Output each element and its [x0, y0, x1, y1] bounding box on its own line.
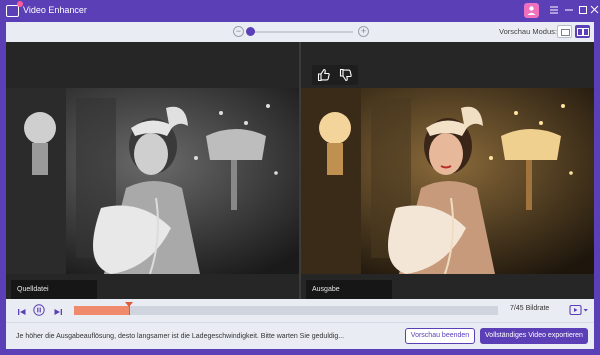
preview-toolbar: − + Vorschau Modus:: [6, 22, 594, 42]
source-label: Quelldatei: [17, 286, 49, 293]
preview-mode-label: Vorschau Modus:: [499, 27, 557, 36]
export-full-video-button[interactable]: Vollständiges Video exportieren: [480, 328, 588, 344]
loading-hint: Je höher die Ausgabeauflösung, desto lan…: [16, 333, 345, 340]
timeline-progress: [74, 306, 129, 315]
source-frame-image: [6, 88, 299, 274]
app-logo-icon: [6, 1, 23, 17]
stop-preview-button[interactable]: Vorschau beenden: [405, 328, 475, 344]
single-view-button[interactable]: [557, 25, 572, 38]
close-icon[interactable]: [590, 4, 599, 16]
output-frame-image: [301, 88, 594, 274]
playhead-line[interactable]: [129, 306, 130, 315]
video-export-icon[interactable]: [569, 303, 589, 316]
menu-icon[interactable]: [548, 4, 560, 16]
timeline-track[interactable]: [74, 306, 498, 315]
title-bar: Video Enhancer: [0, 0, 600, 22]
zoom-in-button[interactable]: +: [358, 26, 369, 37]
thumbs-down-icon[interactable]: [339, 68, 353, 82]
timeline-bar: 7/45 Bildrate: [6, 299, 594, 319]
frame-counter: 7/45 Bildrate: [510, 305, 550, 312]
source-caption: Quelldatei 1280x720: [11, 280, 97, 299]
source-pane: Quelldatei 1280x720: [6, 42, 299, 299]
user-icon[interactable]: [524, 3, 539, 18]
feedback-group: [312, 65, 358, 85]
minimize-icon[interactable]: [563, 4, 575, 16]
bottom-bar: Je höher die Ausgabeauflösung, desto lan…: [6, 322, 594, 349]
zoom-slider-handle[interactable]: [246, 27, 255, 36]
zoom-out-button[interactable]: −: [233, 26, 244, 37]
split-view-button[interactable]: [575, 25, 590, 38]
preview-area: Quelldatei 1280x720: [6, 42, 594, 299]
output-label: Ausgabe: [312, 286, 340, 293]
skip-back-icon[interactable]: [17, 304, 27, 315]
window-title: Video Enhancer: [23, 5, 87, 15]
output-caption: Ausgabe 1280x720: [306, 280, 392, 299]
skip-forward-icon[interactable]: [53, 304, 63, 315]
maximize-icon[interactable]: [577, 4, 589, 16]
play-pause-icon[interactable]: [33, 303, 45, 316]
zoom-slider-track[interactable]: [249, 31, 353, 33]
main-panel: − + Vorschau Modus: Quelldatei Ausgabe 7…: [6, 22, 594, 349]
thumbs-up-icon[interactable]: [317, 68, 331, 82]
